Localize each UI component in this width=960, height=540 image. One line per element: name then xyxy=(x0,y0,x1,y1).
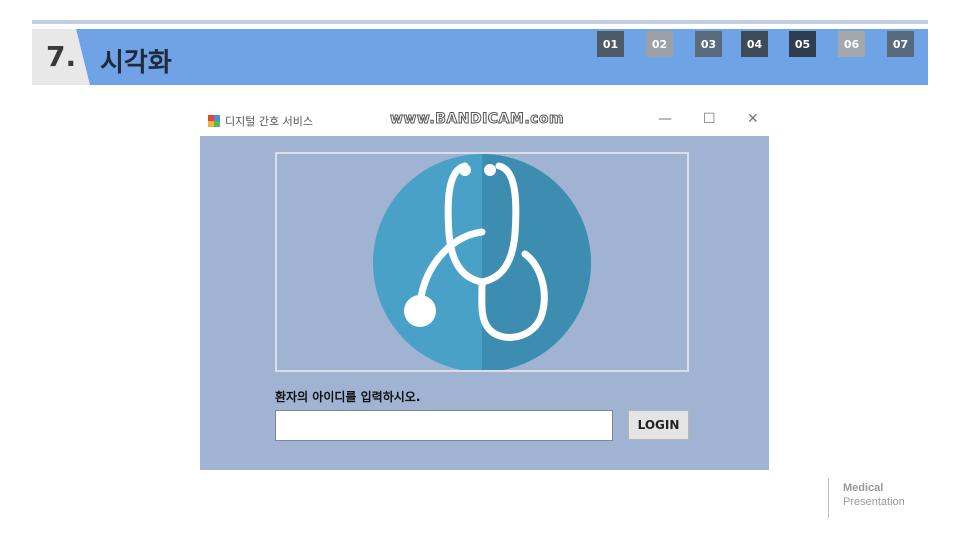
logo-picture-box xyxy=(275,152,689,372)
recording-watermark: www.BANDICAM.com xyxy=(389,111,565,128)
app-icon xyxy=(208,115,220,127)
section-title: 시각화 xyxy=(100,48,172,78)
nav-item-06[interactable]: 06 xyxy=(838,31,865,57)
nav-item-01[interactable]: 01 xyxy=(597,31,624,57)
nav-item-05[interactable]: 05 xyxy=(789,31,816,57)
chestpiece xyxy=(404,295,436,327)
window-client-area: 환자의 아이디를 입력하시오. LOGIN xyxy=(200,136,769,470)
minimize-button[interactable]: — xyxy=(658,111,672,127)
patient-id-label: 환자의 아이디를 입력하시오. xyxy=(275,390,421,404)
login-window: 디지털 간호 서비스 www.BANDICAM.com — ☐ ✕ 환자의 아이… xyxy=(200,106,769,470)
earpiece-right xyxy=(484,164,496,176)
section-number: 7. xyxy=(46,40,77,73)
footer-divider xyxy=(828,478,829,518)
close-button[interactable]: ✕ xyxy=(747,111,759,127)
window-title: 디지털 간호 서비스 xyxy=(225,115,313,128)
footer-subtitle: Presentation xyxy=(843,496,905,508)
nav-item-07[interactable]: 07 xyxy=(887,31,914,57)
maximize-button[interactable]: ☐ xyxy=(703,111,716,127)
stethoscope-icon xyxy=(373,154,591,372)
patient-id-input[interactable] xyxy=(275,410,613,441)
nav-item-04[interactable]: 04 xyxy=(741,31,768,57)
earpiece-left xyxy=(459,164,471,176)
header-top-line xyxy=(32,20,928,24)
login-button[interactable]: LOGIN xyxy=(628,410,689,440)
window-title-bar[interactable]: 디지털 간호 서비스 www.BANDICAM.com — ☐ ✕ xyxy=(200,106,769,136)
footer-title: Medical xyxy=(843,482,884,494)
nav-item-02[interactable]: 02 xyxy=(646,31,673,57)
nav-item-03[interactable]: 03 xyxy=(695,31,722,57)
